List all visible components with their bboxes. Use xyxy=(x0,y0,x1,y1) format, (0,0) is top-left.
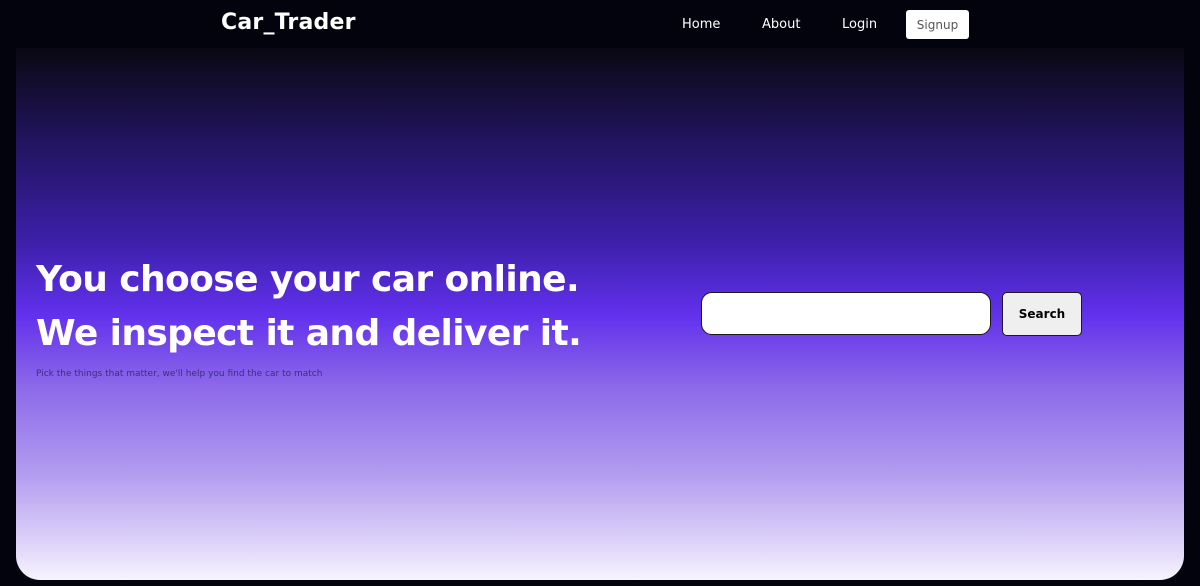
headline-line-1: You choose your car online. xyxy=(36,259,580,300)
hero-section: You choose your car online. We inspect i… xyxy=(16,48,1184,580)
search-input[interactable] xyxy=(701,292,991,335)
brand-logo[interactable]: Car_Trader xyxy=(221,10,356,35)
nav-link-login[interactable]: Login xyxy=(842,17,877,32)
signup-button[interactable]: Signup xyxy=(906,10,969,39)
headline-line-2: We inspect it and deliver it. xyxy=(36,313,582,354)
navbar: Car_Trader Home About Login Signup xyxy=(0,0,1200,50)
nav-link-about[interactable]: About xyxy=(762,17,800,32)
hero-subtext: Pick the things that matter, we'll help … xyxy=(36,369,323,379)
search-button[interactable]: Search xyxy=(1002,292,1082,336)
hero-headline: You choose your car online. We inspect i… xyxy=(36,253,582,361)
nav-link-home[interactable]: Home xyxy=(682,17,720,32)
